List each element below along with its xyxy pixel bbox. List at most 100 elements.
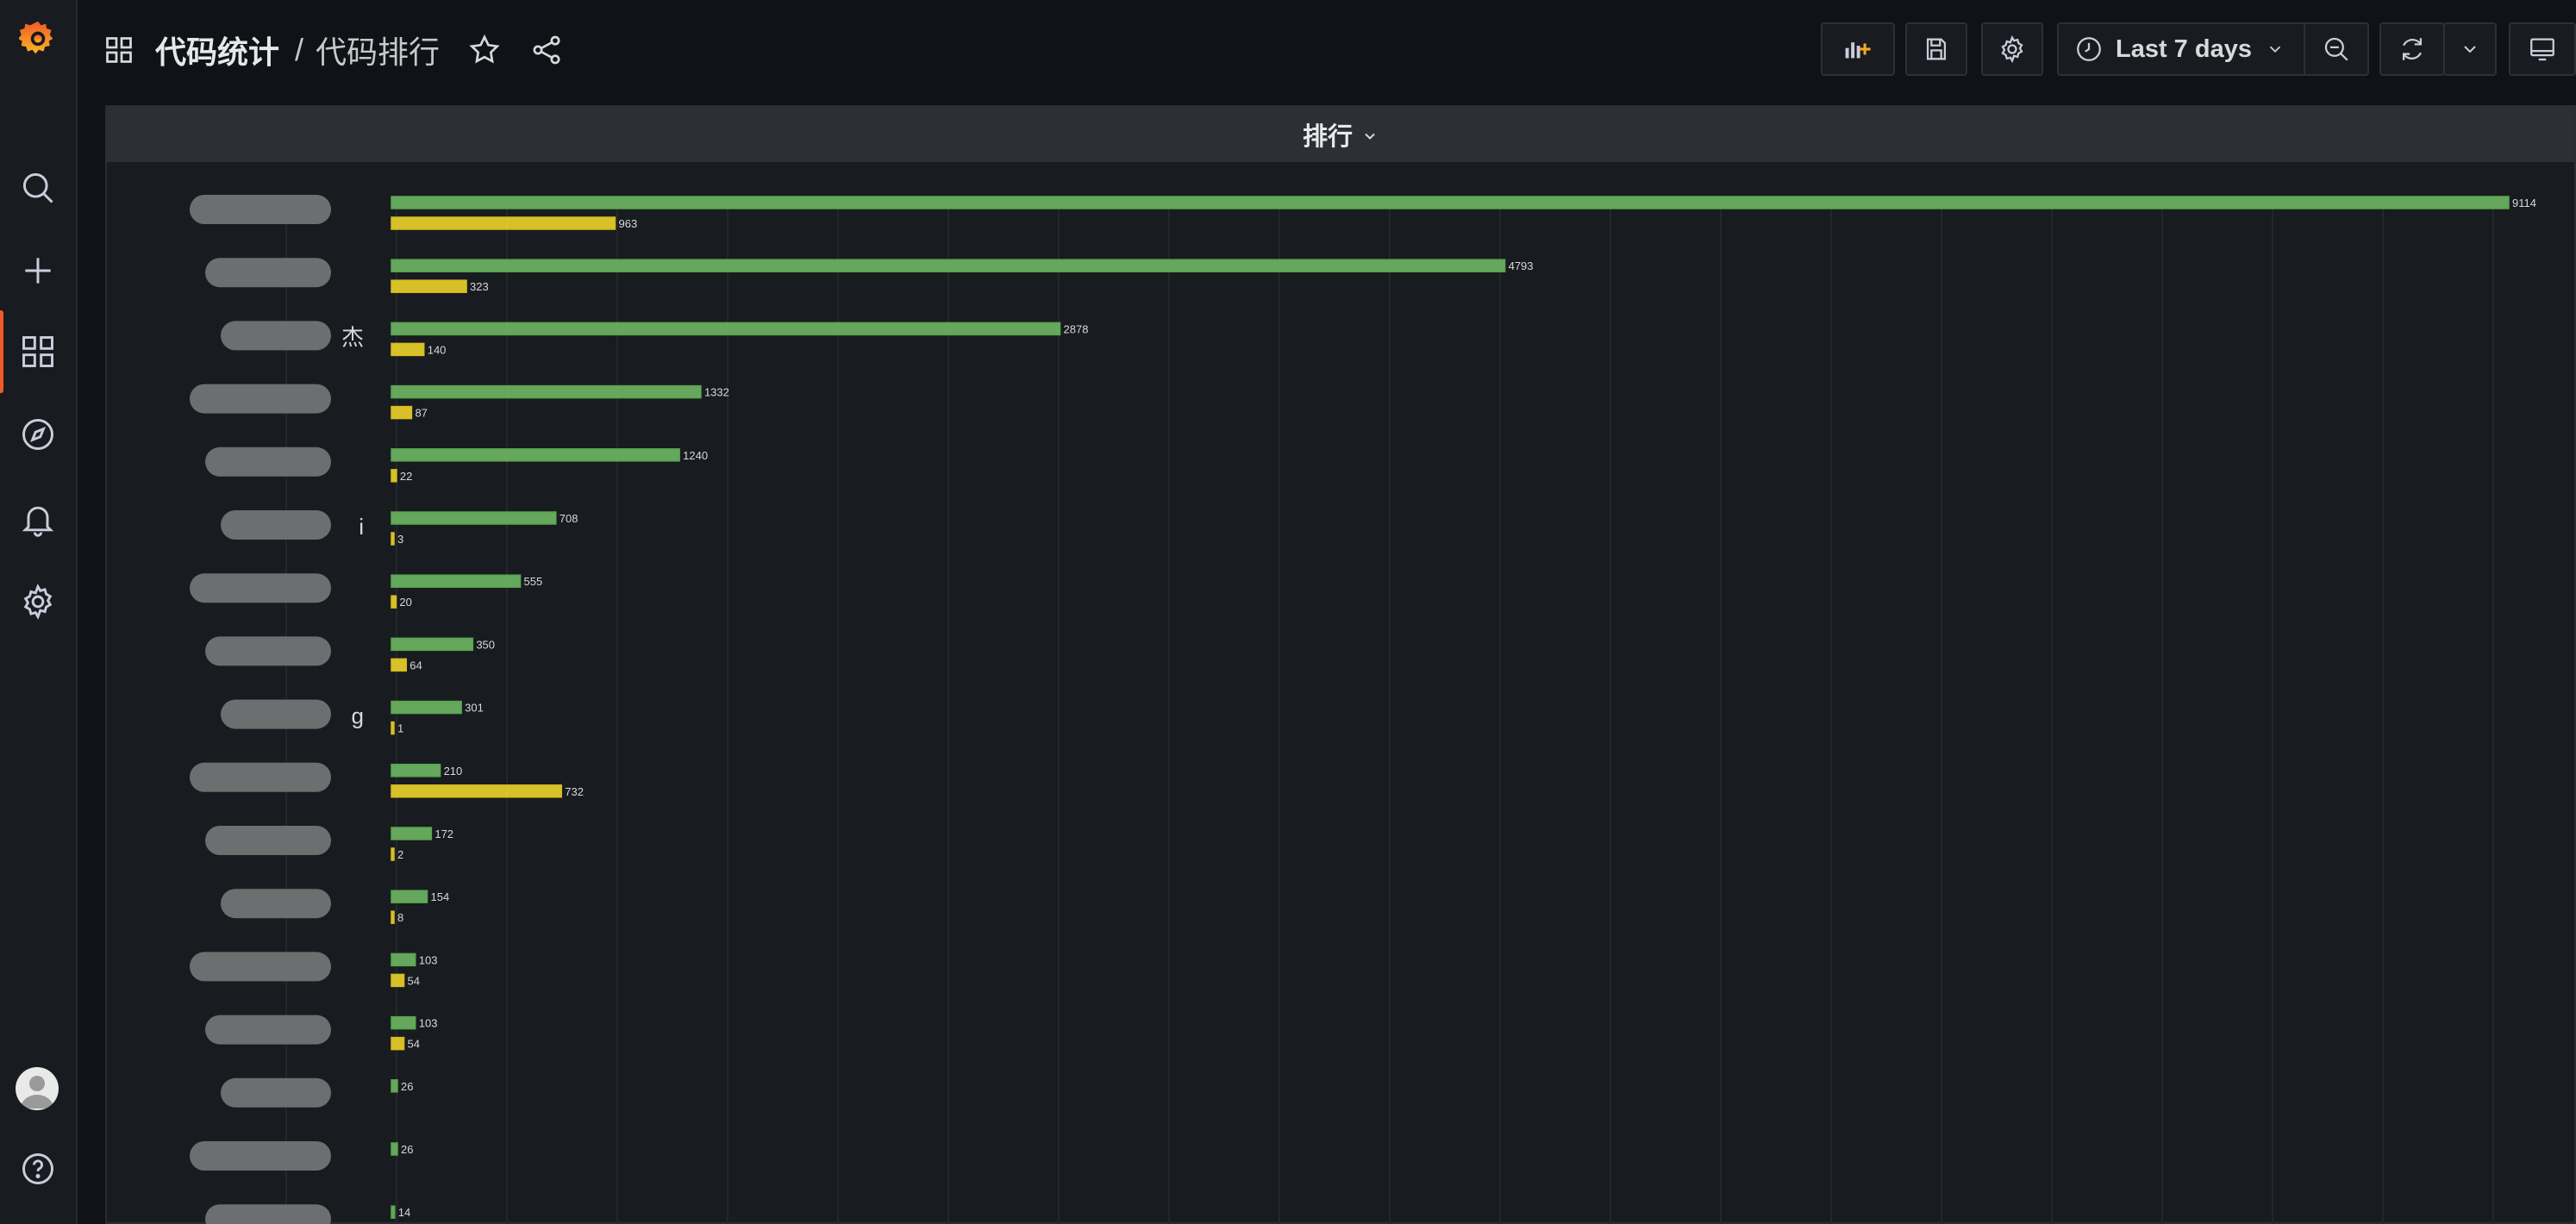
category-label-redacted xyxy=(205,1204,331,1224)
chevron-down-icon xyxy=(1365,133,1375,140)
dashboard-navbar: 代码统计 / 代码排行 Last 7 days xyxy=(78,0,2576,100)
bar-series-1 xyxy=(391,700,462,715)
category-label-redacted xyxy=(221,1077,331,1108)
bar-value-label: 54 xyxy=(408,974,420,987)
bar-series-2 xyxy=(391,405,413,420)
time-range-label: Last 7 days xyxy=(2116,34,2252,63)
panel-title: 排行 xyxy=(1302,123,1353,151)
cycle-view-mode-button[interactable] xyxy=(2509,22,2576,76)
bar-series-1 xyxy=(391,637,474,652)
explore-icon[interactable] xyxy=(0,407,76,462)
bar-value-label: 140 xyxy=(428,343,447,356)
bar-chart-panel: 排行 9114 963 4793 323 杰 2878 140 1332 87 1240 22 i 70… xyxy=(105,105,2576,1224)
bar-series-2 xyxy=(391,279,467,293)
add-panel-button[interactable] xyxy=(1821,22,1895,76)
alert-bell-icon[interactable] xyxy=(0,491,76,546)
zoom-out-button[interactable] xyxy=(2304,22,2369,76)
bar-value-label: 26 xyxy=(401,1080,413,1093)
bar-value-label: 555 xyxy=(524,575,543,588)
bar-value-label: 9114 xyxy=(2512,197,2536,209)
bar-value-label: 103 xyxy=(419,1017,438,1030)
breadcrumb-folder[interactable]: 代码统计 xyxy=(155,28,279,72)
category-label-redacted xyxy=(190,1141,331,1171)
bar-value-label: 103 xyxy=(419,953,438,966)
bar-series-1 xyxy=(391,574,522,588)
bar-series-1 xyxy=(391,952,416,967)
bar-series-2 xyxy=(391,721,395,735)
bar-series-1 xyxy=(391,448,680,462)
bar-value-label: 708 xyxy=(560,512,578,525)
panel-header[interactable]: 排行 xyxy=(107,107,2574,162)
bar-series-2 xyxy=(391,469,397,483)
grafana-logo-icon xyxy=(19,21,53,54)
bar-series-1 xyxy=(391,1142,398,1156)
category-label: 杰 xyxy=(341,324,364,350)
bar-series-2 xyxy=(391,784,563,798)
bar-value-label: 54 xyxy=(408,1038,420,1051)
search-icon[interactable] xyxy=(0,160,76,215)
help-icon[interactable] xyxy=(0,1141,76,1196)
bar-value-label: 87 xyxy=(415,407,427,420)
bar-series-1 xyxy=(391,890,428,903)
refresh-icon xyxy=(2402,38,2423,60)
bar-series-2 xyxy=(391,973,405,988)
star-icon[interactable] xyxy=(467,33,502,67)
bar-chart: 91149634793323杰 2878140133287124022i 70835… xyxy=(190,195,2536,1224)
bar-value-label: 4793 xyxy=(1509,259,1534,272)
time-range-picker[interactable]: Last 7 days xyxy=(2057,22,2314,76)
bar-series-2 xyxy=(391,595,397,609)
category-label-redacted xyxy=(221,510,331,540)
bar-value-label: 1332 xyxy=(704,386,729,399)
bar-series-2 xyxy=(391,342,425,357)
category-label-redacted xyxy=(190,952,331,982)
bar-series-2 xyxy=(391,658,407,672)
save-dashboard-button[interactable] xyxy=(1905,22,1967,76)
gear-icon xyxy=(2001,34,2023,64)
category-label-redacted xyxy=(221,321,331,351)
bar-value-label: 26 xyxy=(401,1143,413,1156)
bar-series-1 xyxy=(391,384,702,399)
category-label-redacted xyxy=(205,826,331,855)
share-icon[interactable] xyxy=(529,33,564,67)
bar-value-label: 350 xyxy=(476,638,495,651)
bar-value-label: 22 xyxy=(400,470,412,483)
tv-monitor-icon xyxy=(2530,38,2554,61)
refresh-interval-dropdown[interactable] xyxy=(2443,22,2497,76)
bar-value-label: 210 xyxy=(444,765,463,777)
bar-series-1 xyxy=(391,827,433,840)
category-label-redacted xyxy=(205,447,331,477)
bar-value-label: 3 xyxy=(397,533,403,546)
chevron-down-icon xyxy=(2464,46,2476,53)
bar-series-1 xyxy=(391,511,557,525)
grafana-logo-icon[interactable] xyxy=(0,10,76,66)
bar-series-2 xyxy=(391,532,395,546)
gear-icon[interactable] xyxy=(0,574,76,629)
bar-value-label: 732 xyxy=(565,785,584,798)
plus-icon[interactable] xyxy=(0,243,76,298)
bar-value-label: 64 xyxy=(410,659,422,671)
bar-series-2 xyxy=(391,1036,405,1051)
category-label-redacted xyxy=(205,636,331,666)
avatar[interactable] xyxy=(16,1067,59,1110)
category-label-redacted xyxy=(190,384,331,414)
bar-value-label: 2 xyxy=(397,848,403,861)
dashboards-icon xyxy=(106,37,132,63)
refresh-button[interactable] xyxy=(2379,22,2445,76)
dashboards-icon[interactable] xyxy=(0,324,76,379)
category-label-redacted xyxy=(190,762,331,792)
page-title[interactable]: 代码排行 xyxy=(316,28,440,72)
category-label: g xyxy=(352,703,364,729)
bar-value-label: 1240 xyxy=(683,449,708,462)
bar-value-label: 1 xyxy=(397,722,403,735)
category-label-redacted xyxy=(221,889,331,919)
category-label-redacted xyxy=(190,195,331,224)
bar-value-label: 8 xyxy=(397,911,403,924)
chevron-down-icon xyxy=(2269,46,2281,53)
dashboard-settings-button[interactable] xyxy=(1981,22,2043,76)
bar-value-label: 2878 xyxy=(1064,322,1089,335)
bar-series-1 xyxy=(391,1015,416,1030)
bar-series-1 xyxy=(391,764,441,777)
category-label-redacted xyxy=(205,1015,331,1045)
breadcrumb-separator: / xyxy=(295,32,304,67)
bar-series-2 xyxy=(391,910,395,924)
